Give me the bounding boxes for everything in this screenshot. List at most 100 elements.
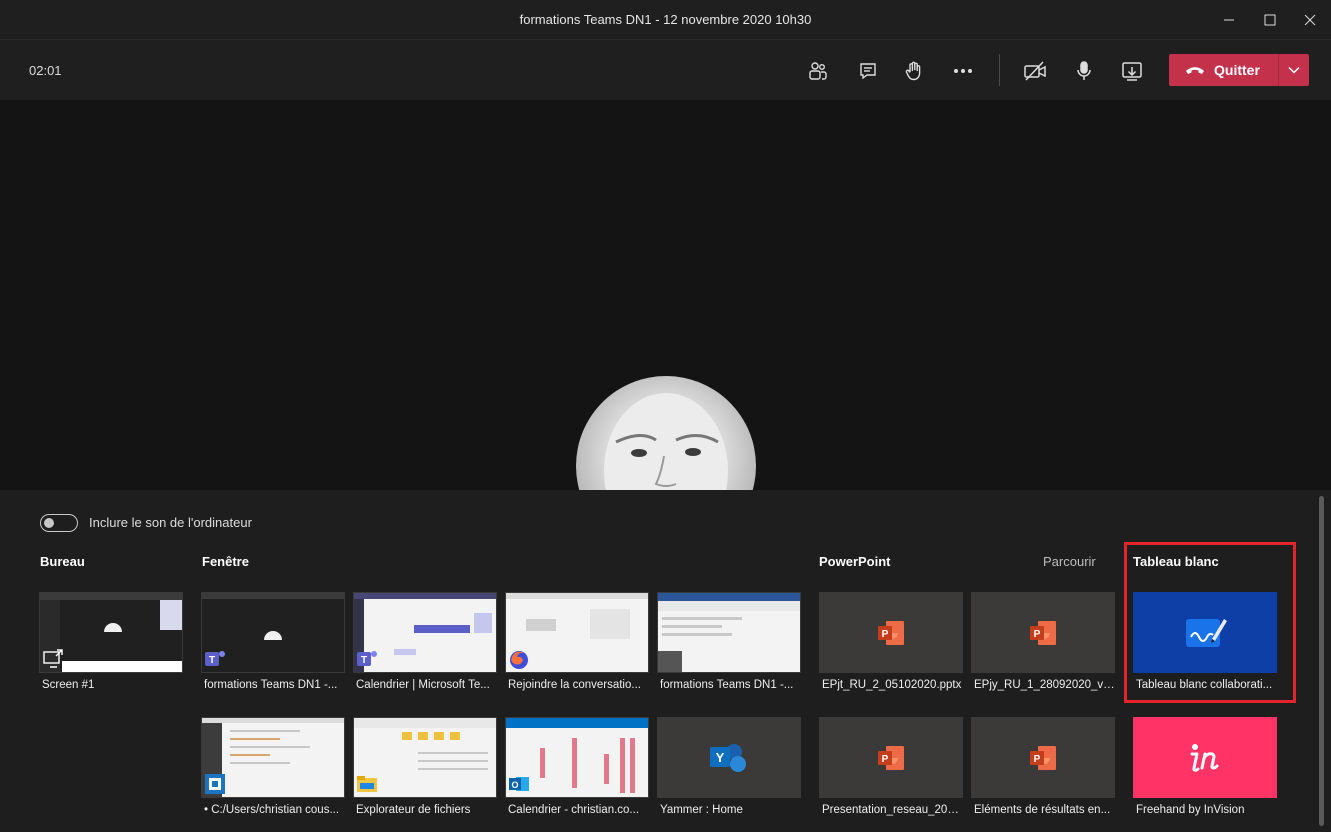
share-content-button[interactable] <box>1119 58 1145 84</box>
powerpoint-icon: P <box>1030 746 1056 770</box>
powerpoint-icon: P <box>878 621 904 645</box>
chevron-down-icon <box>1288 66 1300 74</box>
outlook-icon: O <box>509 777 529 791</box>
tile-thumbnail <box>1133 592 1277 673</box>
svg-text:P: P <box>1034 754 1041 765</box>
tile-caption: • C:/Users/christian cous... <box>204 804 340 816</box>
tile-caption: EPjt_RU_2_05102020.pptx <box>822 679 962 691</box>
tile-thumbnail: T <box>353 592 497 673</box>
microphone-button[interactable] <box>1071 58 1097 84</box>
meeting-stage <box>0 100 1331 556</box>
raise-hand-button[interactable] <box>901 58 927 84</box>
tile-caption: EPjy_RU_1_28092020_vd.... <box>974 679 1115 691</box>
camera-toggle-button[interactable] <box>1022 58 1048 84</box>
share-tile-screen[interactable]: Screen #1 <box>39 592 183 693</box>
minimize-icon <box>1224 19 1234 21</box>
leave-options-button[interactable] <box>1279 54 1309 86</box>
svg-text:T: T <box>361 655 367 666</box>
tile-caption: Screen #1 <box>42 679 95 691</box>
svg-text:T: T <box>209 655 215 666</box>
tile-caption: Rejoindre la conversatio... <box>508 679 641 691</box>
maximize-icon <box>1264 14 1276 26</box>
screen-share-icon <box>43 649 63 668</box>
tile-caption: formations Teams DN1 -... <box>660 679 794 691</box>
share-tile-powerpoint[interactable]: P Presentation_reseau_202... <box>819 717 963 818</box>
include-sound-label: Inclure le son de l'ordinateur <box>89 515 252 530</box>
tile-caption: Calendrier - christian.co... <box>508 804 640 816</box>
camera-off-icon <box>1024 61 1046 81</box>
svg-text:O: O <box>511 780 518 790</box>
participants-icon <box>809 62 827 80</box>
include-sound-toggle[interactable] <box>40 514 78 532</box>
meeting-toolbar: 02:01 Quitter <box>0 40 1331 100</box>
svg-text:Y: Y <box>716 750 725 765</box>
tile-caption: Calendrier | Microsoft Te... <box>356 679 490 691</box>
share-tile-powerpoint[interactable]: P EPjy_RU_1_28092020_vd.... <box>971 592 1115 693</box>
participants-button[interactable] <box>805 58 831 84</box>
tray-scrollbar[interactable] <box>1319 496 1324 826</box>
share-tile-whiteboard[interactable]: Tableau blanc collaborati... <box>1133 592 1277 693</box>
close-button[interactable] <box>1297 8 1323 32</box>
tile-thumbnail <box>39 592 183 673</box>
share-tile-window[interactable]: O Calendrier - christian.co... <box>505 717 649 818</box>
leave-button[interactable]: Quitter <box>1169 54 1309 86</box>
section-powerpoint: PowerPoint <box>819 554 891 569</box>
tile-thumbnail <box>201 717 345 798</box>
leave-label: Quitter <box>1214 62 1260 78</box>
teams-icon: T <box>357 651 377 666</box>
whiteboard-icon <box>1186 619 1227 647</box>
tile-thumbnail: Y <box>657 717 801 798</box>
tile-thumbnail: P <box>971 717 1115 798</box>
chat-icon <box>860 63 876 80</box>
svg-text:P: P <box>882 629 889 640</box>
close-icon <box>1304 14 1316 26</box>
share-tile-window[interactable]: formations Teams DN1 -... <box>657 592 801 693</box>
microphone-icon <box>1077 61 1091 80</box>
tile-thumbnail: O <box>505 717 649 798</box>
browse-link[interactable]: Parcourir <box>1043 554 1096 569</box>
minimize-button[interactable] <box>1216 8 1242 32</box>
share-tile-window[interactable]: Rejoindre la conversatio... <box>505 592 649 693</box>
hang-up-icon <box>1186 67 1204 74</box>
teams-icon: T <box>205 651 225 666</box>
tile-caption: Presentation_reseau_202... <box>822 804 963 816</box>
toolbar-divider <box>999 54 1000 86</box>
tile-caption: Yammer : Home <box>660 804 743 816</box>
tile-thumbnail <box>1133 717 1277 798</box>
tile-thumbnail: P <box>819 592 963 673</box>
tile-caption: Freehand by InVision <box>1136 804 1245 816</box>
share-tile-window[interactable]: Explorateur de fichiers <box>353 717 497 818</box>
chat-button[interactable] <box>855 58 881 84</box>
firefox-icon <box>510 651 528 669</box>
share-tile-window[interactable]: T Calendrier | Microsoft Te... <box>353 592 497 693</box>
tile-caption: Eléments de résultats en... <box>974 804 1111 816</box>
powerpoint-icon: P <box>1030 621 1056 645</box>
share-tray-icon <box>1122 62 1142 81</box>
share-tile-window[interactable]: • C:/Users/christian cous... <box>201 717 345 818</box>
share-tile-window[interactable]: T formations Teams DN1 -... <box>201 592 345 693</box>
powerpoint-icon: P <box>878 746 904 770</box>
invision-icon <box>1190 744 1219 772</box>
share-tray: Inclure le son de l'ordinateur Bureau Fe… <box>0 490 1331 832</box>
tile-thumbnail <box>505 592 649 673</box>
tile-thumbnail: P <box>971 592 1115 673</box>
editor-icon <box>205 774 225 794</box>
leave-main[interactable]: Quitter <box>1169 54 1278 86</box>
more-actions-button[interactable] <box>950 58 976 84</box>
tile-caption: Explorateur de fichiers <box>356 804 471 816</box>
tile-caption: Tableau blanc collaborati... <box>1136 679 1273 691</box>
tile-thumbnail: P <box>819 717 963 798</box>
tile-caption: formations Teams DN1 -... <box>204 679 338 691</box>
maximize-button[interactable] <box>1257 8 1283 32</box>
call-timer: 02:01 <box>29 63 62 78</box>
tile-thumbnail <box>353 717 497 798</box>
share-tile-window[interactable]: Y Yammer : Home <box>657 717 801 818</box>
window-title: formations Teams DN1 - 12 novembre 2020 … <box>519 12 812 27</box>
share-tile-powerpoint[interactable]: P Eléments de résultats en... <box>971 717 1115 818</box>
section-desktop: Bureau <box>40 554 85 569</box>
section-window: Fenêtre <box>202 554 249 569</box>
svg-text:P: P <box>1034 629 1041 640</box>
raise-hand-icon <box>905 61 921 81</box>
share-tile-powerpoint[interactable]: P EPjt_RU_2_05102020.pptx <box>819 592 963 693</box>
share-tile-whiteboard[interactable]: Freehand by InVision <box>1133 717 1277 818</box>
